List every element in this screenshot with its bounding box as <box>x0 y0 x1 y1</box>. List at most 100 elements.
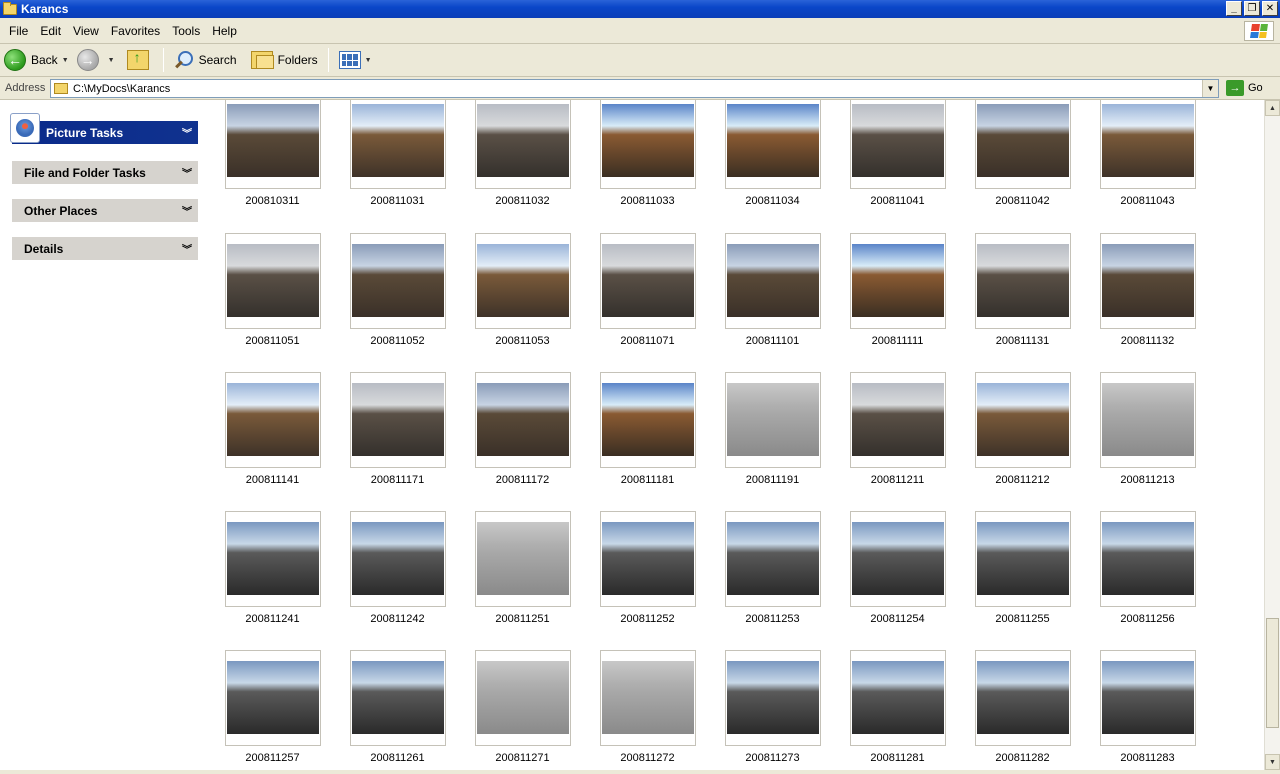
photo-preview <box>977 244 1069 317</box>
picture-tasks-icon <box>10 113 40 143</box>
thumbnail-item[interactable]: 200811031 <box>335 100 460 220</box>
chevron-down-icon[interactable]: ︾ <box>182 203 192 218</box>
thumbnail-item[interactable]: 200811111 <box>835 233 960 359</box>
thumbnail-frame <box>350 372 446 468</box>
thumbnail-item[interactable]: 200811271 <box>460 650 585 770</box>
chevron-down-icon[interactable]: ︾ <box>182 241 192 256</box>
thumbnail-item[interactable]: 200811141 <box>210 372 335 498</box>
back-dropdown-icon[interactable]: ▼ <box>62 57 69 64</box>
thumbnail-item[interactable]: 200811131 <box>960 233 1085 359</box>
thumbnail-item[interactable]: 200811281 <box>835 650 960 770</box>
thumbnail-item[interactable]: 200811032 <box>460 100 585 220</box>
thumbnail-item[interactable]: 200811033 <box>585 100 710 220</box>
thumbnail-item[interactable]: 200811254 <box>835 511 960 637</box>
forward-button[interactable]: → ▼ <box>73 46 119 74</box>
toolbar: ← Back ▼ → ▼ Search Folders ▼ <box>0 44 1280 77</box>
search-label: Search <box>198 53 237 67</box>
go-button[interactable]: → Go <box>1226 80 1263 96</box>
other-places-panel[interactable]: Other Places ︾ <box>12 199 198 222</box>
up-folder-icon <box>126 49 149 70</box>
thumbnail-item[interactable]: 200811191 <box>710 372 835 498</box>
views-button[interactable]: ▼ <box>335 46 376 74</box>
file-folder-tasks-panel[interactable]: File and Folder Tasks ︾ <box>12 161 198 184</box>
thumbnail-item[interactable]: 200811071 <box>585 233 710 359</box>
details-panel[interactable]: Details ︾ <box>12 237 198 260</box>
menu-edit[interactable]: Edit <box>34 24 67 38</box>
folders-label: Folders <box>277 53 318 67</box>
thumbnail-item[interactable]: 200811242 <box>335 511 460 637</box>
photo-preview <box>602 244 694 317</box>
file-name: 200811271 <box>495 752 550 764</box>
thumbnail-item[interactable]: 200811282 <box>960 650 1085 770</box>
thumbnail-item[interactable]: 200811172 <box>460 372 585 498</box>
panel-title: Other Places <box>24 203 98 218</box>
vertical-scrollbar[interactable]: ▲ ▼ <box>1264 100 1280 770</box>
menu-tools[interactable]: Tools <box>166 24 206 38</box>
thumbnail-item[interactable]: 200811283 <box>1085 650 1210 770</box>
thumbnail-item[interactable]: 200811181 <box>585 372 710 498</box>
scroll-down-button[interactable]: ▼ <box>1265 754 1280 770</box>
thumbnail-item[interactable]: 200811213 <box>1085 372 1210 498</box>
thumbnail-item[interactable]: 200811256 <box>1085 511 1210 637</box>
menu-favorites[interactable]: Favorites <box>105 24 166 38</box>
thumbnail-item[interactable]: 200811251 <box>460 511 585 637</box>
views-dropdown-icon[interactable]: ▼ <box>365 57 372 64</box>
file-name: 200811241 <box>245 613 300 625</box>
thumbnail-item[interactable]: 200811052 <box>335 233 460 359</box>
thumbnail-item[interactable]: 200811257 <box>210 650 335 770</box>
chevron-down-icon[interactable]: ︾ <box>182 165 192 180</box>
file-name: 200811254 <box>870 613 925 625</box>
thumbnail-item[interactable]: 200811171 <box>335 372 460 498</box>
thumbnail-frame <box>850 233 946 329</box>
file-name: 200810311 <box>245 195 300 207</box>
thumbnail-item[interactable]: 200811101 <box>710 233 835 359</box>
thumbnail-item[interactable]: 200811272 <box>585 650 710 770</box>
thumbnail-item[interactable]: 200811212 <box>960 372 1085 498</box>
thumbnail-item[interactable]: 200811241 <box>210 511 335 637</box>
address-dropdown-icon[interactable]: ▼ <box>1202 80 1218 97</box>
photo-preview <box>977 383 1069 456</box>
minimize-button[interactable]: _ <box>1226 1 1242 16</box>
menu-help[interactable]: Help <box>206 24 243 38</box>
thumbnail-item[interactable]: 200811273 <box>710 650 835 770</box>
file-name: 200811252 <box>620 613 675 625</box>
chevron-down-icon[interactable]: ︾ <box>182 125 192 140</box>
thumbnail-item[interactable]: 200811053 <box>460 233 585 359</box>
photo-preview <box>727 244 819 317</box>
scroll-thumb[interactable] <box>1266 618 1279 728</box>
thumbnail-item[interactable]: 200810311 <box>210 100 335 220</box>
forward-arrow-icon: → <box>76 49 99 71</box>
photo-preview <box>977 661 1069 734</box>
thumbnail-item[interactable]: 200811252 <box>585 511 710 637</box>
file-name: 200811255 <box>995 613 1050 625</box>
menu-view[interactable]: View <box>67 24 105 38</box>
thumbnail-item[interactable]: 200811051 <box>210 233 335 359</box>
forward-dropdown-icon[interactable]: ▼ <box>108 57 115 64</box>
search-button[interactable]: Search <box>170 46 241 74</box>
up-folder-button[interactable] <box>119 46 157 74</box>
panel-title: Details <box>24 241 64 256</box>
picture-tasks-panel[interactable]: Picture Tasks ︾ <box>10 113 198 144</box>
file-name: 200811272 <box>620 752 675 764</box>
folders-button[interactable]: Folders <box>247 46 322 74</box>
thumbnail-item[interactable]: 200811211 <box>835 372 960 498</box>
thumbnail-item[interactable]: 200811253 <box>710 511 835 637</box>
thumbnail-item[interactable]: 200811041 <box>835 100 960 220</box>
close-button[interactable]: ✕ <box>1262 1 1278 16</box>
thumbnail-frame <box>475 511 571 607</box>
back-button[interactable]: ← Back ▼ <box>0 46 73 74</box>
thumbnail-item[interactable]: 200811034 <box>710 100 835 220</box>
file-name: 200811051 <box>245 335 300 347</box>
menu-file[interactable]: File <box>3 24 34 38</box>
file-name: 200811261 <box>370 752 425 764</box>
maximize-button[interactable]: ❐ <box>1244 1 1260 16</box>
thumbnail-item[interactable]: 200811043 <box>1085 100 1210 220</box>
thumbnail-item[interactable]: 200811132 <box>1085 233 1210 359</box>
thumbnail-frame <box>1100 100 1196 189</box>
thumbnail-frame <box>225 233 321 329</box>
address-input[interactable]: C:\MyDocs\Karancs ▼ <box>50 79 1219 98</box>
thumbnail-item[interactable]: 200811042 <box>960 100 1085 220</box>
scroll-up-button[interactable]: ▲ <box>1265 100 1280 116</box>
thumbnail-item[interactable]: 200811255 <box>960 511 1085 637</box>
thumbnail-item[interactable]: 200811261 <box>335 650 460 770</box>
